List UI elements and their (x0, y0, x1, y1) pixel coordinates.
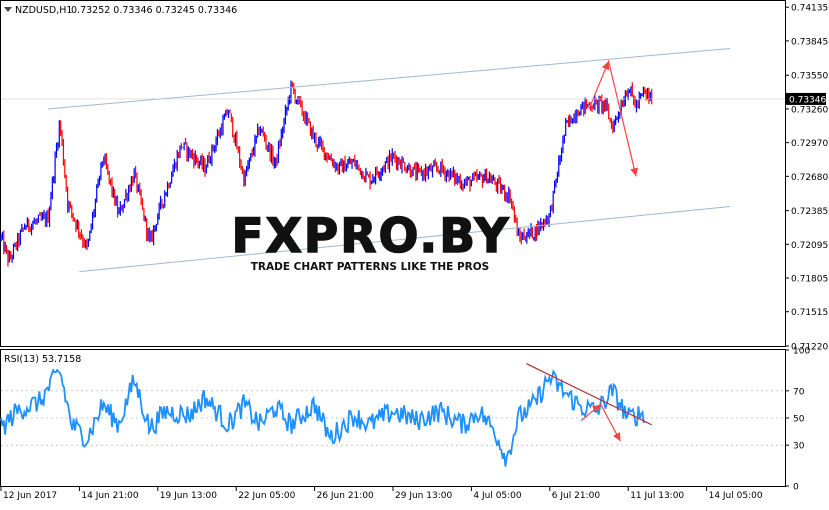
chart-window[interactable]: NZDUSD,H1 0.73252 0.73346 0.73245 0.7334… (0, 0, 829, 506)
watermark-tagline: TRADE CHART PATTERNS LIKE THE PROS (251, 261, 489, 273)
projection-arrowhead-down-icon (630, 167, 638, 177)
grid (1, 390, 785, 446)
rsi-tick-label: 100 (793, 347, 810, 357)
price-tick-label: 0.72385 (791, 207, 828, 217)
current-price-tag: 0.73346 (1, 92, 826, 105)
price-tick-label: 0.73260 (791, 105, 828, 115)
rsi-trendline (526, 363, 652, 426)
price-projection-path (588, 59, 637, 177)
time-tick-label: 19 Jun 13:00 (160, 491, 217, 501)
watermark-brand: FXPRO.BY (231, 209, 510, 264)
rsi-tick-label: 30 (793, 442, 805, 452)
price-tick-label: 0.72970 (791, 139, 828, 149)
price-tick-label: 0.72680 (791, 173, 828, 183)
rsi-tick-label: 0 (793, 483, 799, 493)
ohlc-label: 0.73252 0.73346 0.73245 0.73346 (71, 5, 237, 16)
time-tick-label: 12 Jun 2017 (3, 491, 57, 501)
time-tick-label: 14 Jul 05:00 (709, 491, 763, 501)
price-tick-label: 0.74135 (791, 4, 828, 14)
symbol-label: NZDUSD,H1 (15, 5, 72, 16)
chart-canvas[interactable]: NZDUSD,H1 0.73252 0.73346 0.73245 0.7334… (0, 0, 829, 506)
time-tick-label: 6 Jul 21:00 (552, 491, 601, 501)
rsi-tick-label: 50 (793, 415, 805, 425)
price-tick-label: 0.72095 (791, 241, 828, 251)
time-tick-label: 4 Jul 05:00 (473, 491, 522, 501)
price-tick-label: 0.73845 (791, 37, 828, 47)
rsi-axis[interactable]: 100 70 50 30 0 (785, 347, 810, 493)
collapse-triangle-icon[interactable] (4, 7, 12, 12)
price-tick-label: 0.71805 (791, 275, 828, 285)
time-tick-label: 14 Jun 21:00 (81, 491, 138, 501)
rsi-label: RSI(13) 53.7158 (4, 354, 81, 365)
price-tick-label: 0.71515 (791, 308, 828, 318)
time-tick-label: 22 Jun 05:00 (238, 491, 295, 501)
header: NZDUSD,H1 0.73252 0.73346 0.73245 0.7334… (4, 5, 237, 365)
time-tick-label: 11 Jul 13:00 (630, 491, 684, 501)
watermark: FXPRO.BY TRADE CHART PATTERNS LIKE THE P… (231, 208, 510, 274)
rsi-tick-label: 70 (793, 387, 805, 397)
price-axis[interactable]: 0.74135 0.73845 0.73550 0.73260 0.72970 0.726… (785, 4, 828, 353)
time-tick-label: 26 Jun 21:00 (317, 491, 374, 501)
price-pane-frame (0, 0, 786, 347)
price-tick-label: 0.73550 (791, 72, 828, 82)
time-axis[interactable]: 12 Jun 2017 14 Jun 21:00 19 Jun 13:00 22 Ju… (0, 487, 763, 501)
time-tick-label: 29 Jun 13:00 (395, 491, 452, 501)
current-price-label: 0.73346 (789, 95, 826, 105)
